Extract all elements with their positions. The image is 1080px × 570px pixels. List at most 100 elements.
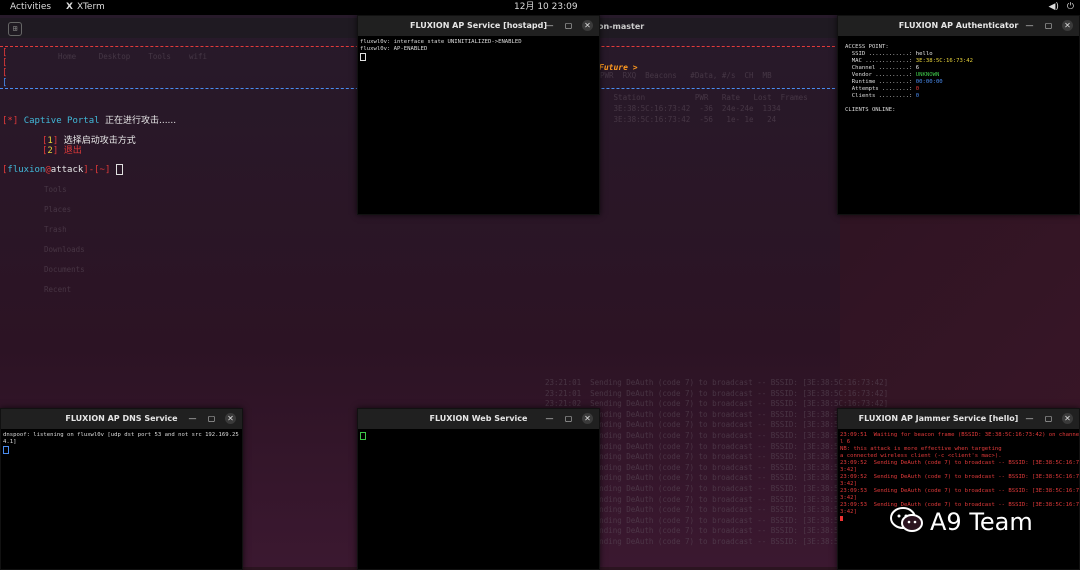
jammer-titlebar[interactable]: FLUXION AP Jammer Service [hello] — ▢ ✕ xyxy=(838,409,1079,429)
power-icon[interactable]: ⏻ xyxy=(1067,2,1074,12)
maximize-icon[interactable]: ▢ xyxy=(563,413,574,424)
log-line: 3:42] xyxy=(840,495,857,501)
terminal-cursor xyxy=(840,516,843,521)
ap-field-value: 00:00:00 xyxy=(915,79,943,85)
terminal-cursor xyxy=(360,53,366,61)
xterm-icon: X xyxy=(66,2,73,12)
ap-field-label: Runtime .........: xyxy=(845,79,913,85)
maximize-icon[interactable]: ▢ xyxy=(1043,20,1054,31)
volume-icon[interactable]: ◀) xyxy=(1048,2,1058,12)
ghost-menu: Home Desktop Tools wifi xyxy=(40,52,208,61)
minimize-icon[interactable]: — xyxy=(187,413,198,424)
ap-field-label: SSID ............: xyxy=(845,51,913,57)
ap-field-label: Vendor ..........: xyxy=(845,72,913,78)
maximize-icon[interactable]: ▢ xyxy=(563,20,574,31)
minimize-icon[interactable]: — xyxy=(544,413,555,424)
log-line: 4.1] xyxy=(3,439,17,445)
close-icon[interactable]: ✕ xyxy=(582,20,593,31)
close-icon[interactable]: ✕ xyxy=(1062,20,1073,31)
window-title: FLUXION AP DNS Service xyxy=(65,414,178,423)
log-line: 23:09:51 Waiting for beacon frame (BSSID… xyxy=(840,432,1080,438)
log-line: dnspoof: listening on fluxwl0v [udp dst … xyxy=(3,432,239,438)
system-tray[interactable]: ◀) ⏻ xyxy=(1040,0,1074,15)
dns-output: dnspoof: listening on fluxwl0v [udp dst … xyxy=(1,429,242,458)
log-line: 23:09:53 Sending DeAuth (code 7) to broa… xyxy=(840,488,1080,494)
web-titlebar[interactable]: FLUXION Web Service — ▢ ✕ xyxy=(358,409,599,429)
maximize-icon[interactable]: ▢ xyxy=(1043,413,1054,424)
authenticator-window[interactable]: FLUXION AP Authenticator — ▢ ✕ ACCESS POIN… xyxy=(837,15,1080,215)
ap-field-value: 0 xyxy=(915,93,920,99)
menu-option-2[interactable]: [2] 退出 xyxy=(42,143,82,156)
maximize-icon[interactable]: ▢ xyxy=(206,413,217,424)
dns-titlebar[interactable]: FLUXION AP DNS Service — ▢ ✕ xyxy=(1,409,242,429)
bracket-column: [[[[ xyxy=(2,48,8,88)
log-line: 23:09:52 Sending DeAuth (code 7) to broa… xyxy=(840,460,1080,466)
app-menu[interactable]: X XTerm xyxy=(66,0,105,15)
prompt-host: attack xyxy=(50,165,84,175)
close-icon[interactable]: ✕ xyxy=(582,413,593,424)
ap-field-row: Clients .........: 0 xyxy=(845,93,1077,100)
jammer-window[interactable]: FLUXION AP Jammer Service [hello] — ▢ ✕ 23… xyxy=(837,408,1080,570)
window-title: FLUXION AP Service [hostapd] xyxy=(409,21,548,30)
terminal-cursor xyxy=(115,164,123,175)
web-window[interactable]: FLUXION Web Service — ▢ ✕ xyxy=(357,408,600,570)
log-line: fluxwl0v: AP-ENABLED xyxy=(360,46,428,52)
ap-field-value: hello xyxy=(915,51,933,57)
attack-status-line: [*] Captive Portal 正在进行攻击...... xyxy=(2,113,176,126)
app-name: XTerm xyxy=(76,2,105,12)
ap-field-row: Runtime .........: 00:00:00 xyxy=(845,79,1077,86)
watermark-text: A9 Team xyxy=(930,508,1033,536)
ghost-airodump: PWR RXQ Beacons #Data, #/s CH MB Station… xyxy=(600,71,808,124)
close-icon[interactable]: ✕ xyxy=(225,413,236,424)
ap-field-label: Attempts ........: xyxy=(845,86,913,92)
terminal-cursor xyxy=(360,432,366,440)
clock[interactable]: 12月 10 23:09 xyxy=(514,0,578,15)
clients-online-header: CLIENTS ONLINE: xyxy=(845,107,896,113)
log-line: 23:09:52 Sending DeAuth (code 7) to broa… xyxy=(840,474,1080,480)
attack-status-text: 正在进行攻击...... xyxy=(104,116,177,126)
ap-field-row: SSID ............: hello xyxy=(845,51,1077,58)
watermark: A9 Team xyxy=(890,506,1033,540)
log-line: fluxwl0v: interface state UNINITIALIZED-… xyxy=(360,39,522,45)
prompt-user: fluxion xyxy=(7,165,46,175)
log-line: a connected wireless client (-c <client'… xyxy=(840,453,1002,459)
future-label: Future > xyxy=(599,63,638,72)
ap-field-label: Channel .........: xyxy=(845,65,913,71)
authenticator-output: ACCESS POINT: SSID ............: hello M… xyxy=(838,36,1079,117)
hostapd-output: fluxwl0v: interface state UNINITIALIZED-… xyxy=(358,36,599,65)
shell-prompt[interactable]: [fluxion@attack]-[~] xyxy=(2,164,123,175)
log-line: NB: this attack is more effective when t… xyxy=(840,446,1002,452)
ap-field-row: Vendor ..........: UNKNOWN xyxy=(845,72,1077,79)
minimize-icon[interactable]: — xyxy=(1024,20,1035,31)
minimize-icon[interactable]: — xyxy=(1024,413,1035,424)
ap-field-label: Clients .........: xyxy=(845,93,913,99)
option-label: 退出 xyxy=(63,146,82,156)
terminal-cursor xyxy=(3,446,9,454)
authenticator-titlebar[interactable]: FLUXION AP Authenticator — ▢ ✕ xyxy=(838,16,1079,36)
ap-field-row: Channel .........: 6 xyxy=(845,65,1077,72)
new-tab-icon[interactable]: ⊞ xyxy=(8,22,22,36)
ap-field-row: MAC .............: 3E:38:5C:16:73:42 xyxy=(845,58,1077,65)
window-title: FLUXION Web Service xyxy=(429,414,528,423)
access-point-header: ACCESS POINT: xyxy=(845,44,889,50)
log-line: 3:42] xyxy=(840,481,857,487)
ghost-sidebar: Tools Places Trash Downloads Documents R… xyxy=(44,185,85,294)
wechat-icon xyxy=(890,506,924,540)
top-bar: Activities X XTerm 12月 10 23:09 ◀) ⏻ xyxy=(0,0,1080,15)
status-tag: [*] xyxy=(2,116,19,126)
hostapd-window[interactable]: FLUXION AP Service [hostapd] — ▢ ✕ fluxwl0… xyxy=(357,15,600,215)
dns-window[interactable]: FLUXION AP DNS Service — ▢ ✕ dnspoof: list… xyxy=(0,408,243,570)
web-output xyxy=(358,429,599,444)
minimize-icon[interactable]: — xyxy=(544,20,555,31)
log-line: l 6 xyxy=(840,439,851,445)
window-title: FLUXION AP Jammer Service [hello] xyxy=(858,414,1019,423)
hostapd-titlebar[interactable]: FLUXION AP Service [hostapd] — ▢ ✕ xyxy=(358,16,599,36)
captive-portal-label: Captive Portal xyxy=(23,116,100,126)
ap-field-value: UNKNOWN xyxy=(915,72,940,78)
prompt-path: [~] xyxy=(94,165,111,175)
close-icon[interactable]: ✕ xyxy=(1062,413,1073,424)
ap-field-row: Attempts ........: 0 xyxy=(845,86,1077,93)
window-title: FLUXION AP Authenticator xyxy=(898,21,1019,30)
ap-field-label: MAC .............: xyxy=(845,58,913,64)
activities-button[interactable]: Activities xyxy=(10,0,51,15)
